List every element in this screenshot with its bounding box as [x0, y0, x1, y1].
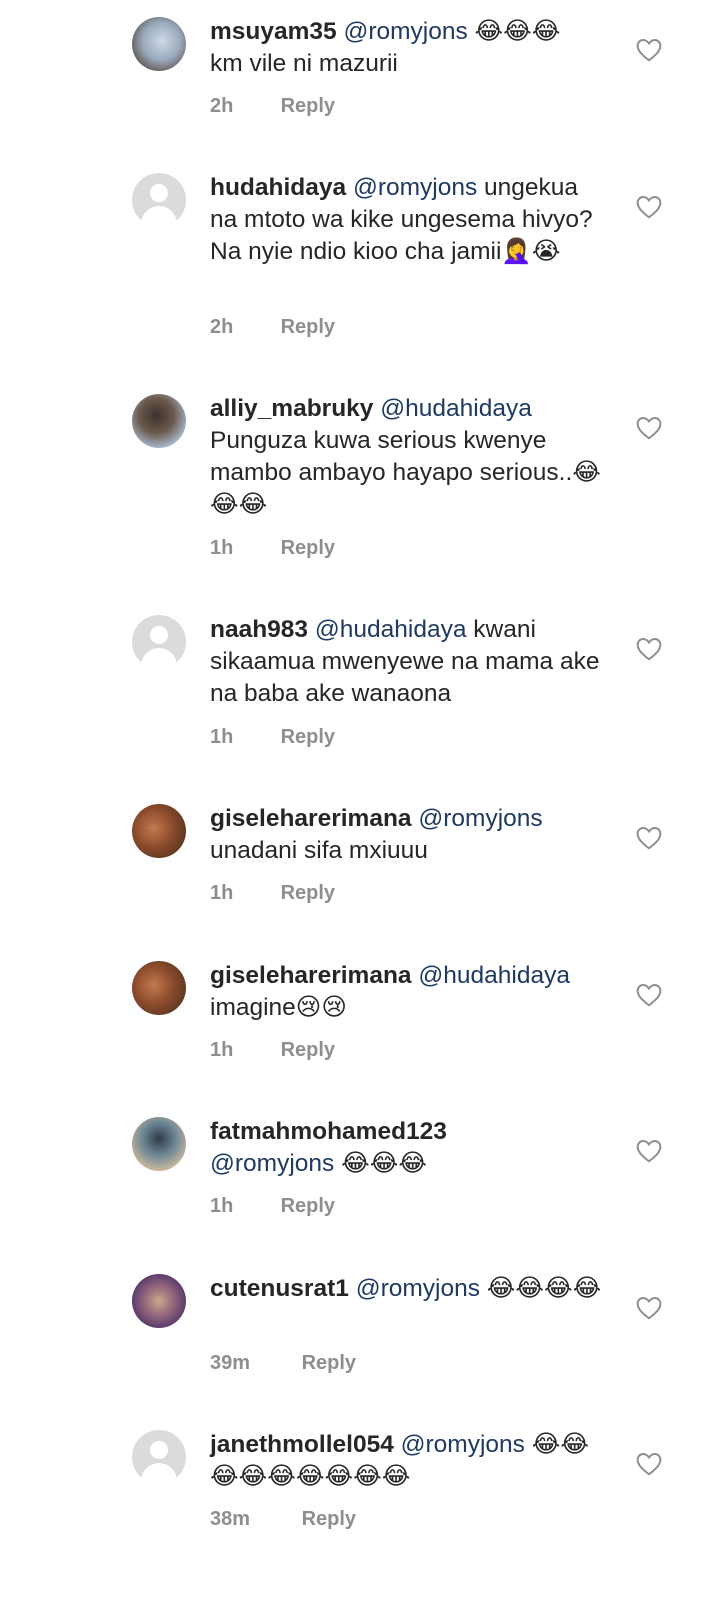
comment-mention[interactable]: @romyjons: [210, 1150, 334, 1177]
comment-meta: 1h Reply: [210, 1039, 335, 1062]
heart-icon[interactable]: [636, 637, 662, 661]
reply-button[interactable]: Reply: [281, 1039, 335, 1061]
avatar[interactable]: [132, 961, 186, 1015]
comment-mention[interactable]: @romyjons: [401, 1431, 525, 1458]
heart-icon[interactable]: [636, 1139, 662, 1163]
comment-mention[interactable]: @hudahidaya: [418, 962, 570, 989]
reply-button[interactable]: Reply: [302, 1508, 356, 1530]
comment-meta: 39m Reply: [210, 1352, 356, 1375]
comment-meta: 2h Reply: [210, 316, 335, 339]
comment-meta: 1h Reply: [210, 726, 335, 749]
comment-time: 2h: [210, 316, 234, 338]
comment-mention[interactable]: @hudahidaya: [315, 616, 467, 643]
comment-meta: 1h Reply: [210, 537, 335, 560]
reply-button[interactable]: Reply: [281, 1195, 335, 1217]
comment-mention[interactable]: @romyjons: [356, 1275, 480, 1302]
comment-body: imagine😢😢: [210, 994, 347, 1021]
heart-icon[interactable]: [636, 195, 662, 219]
avatar[interactable]: [132, 615, 186, 669]
comment-text: alliy_mabruky @hudahidaya Punguza kuwa s…: [210, 393, 610, 521]
avatar[interactable]: [132, 394, 186, 448]
heart-icon[interactable]: [636, 416, 662, 440]
comment-time: 1h: [210, 726, 234, 748]
comment-username[interactable]: fatmahmohamed123: [210, 1118, 447, 1145]
comment-meta: 1h Reply: [210, 882, 335, 905]
comment-username[interactable]: naah983: [210, 616, 308, 643]
comment-text: giseleharerimana @romyjons unadani sifa …: [210, 803, 610, 867]
heart-icon[interactable]: [636, 1296, 662, 1320]
comment-text: giseleharerimana @hudahidaya imagine😢😢: [210, 960, 610, 1024]
comment-text: cutenusrat1 @romyjons 😂😂😂😂: [210, 1273, 610, 1305]
avatar[interactable]: [132, 1430, 186, 1484]
comment-time: 1h: [210, 1195, 234, 1217]
reply-button[interactable]: Reply: [281, 726, 335, 748]
comment-body: 😂😂😂: [334, 1150, 427, 1177]
comment-username[interactable]: giseleharerimana: [210, 805, 412, 832]
comment-text: msuyam35 @romyjons 😂😂😂 km vile ni mazuri…: [210, 16, 610, 80]
heart-icon[interactable]: [636, 1452, 662, 1476]
comment-body: Punguza kuwa serious kwenye mambo ambayo…: [210, 427, 601, 518]
comment-meta: 2h Reply: [210, 95, 335, 118]
avatar[interactable]: [132, 1274, 186, 1328]
comment-username[interactable]: hudahidaya: [210, 174, 346, 201]
reply-button[interactable]: Reply: [281, 537, 335, 559]
comment-text: janethmollel054 @romyjons 😂😂😂😂😂😂😂😂😂: [210, 1429, 610, 1493]
comment-username[interactable]: cutenusrat1: [210, 1275, 349, 1302]
comment-body: 😂😂😂😂: [479, 1275, 602, 1302]
comment-username[interactable]: giseleharerimana: [210, 962, 412, 989]
comment-mention[interactable]: @hudahidaya: [380, 395, 532, 422]
reply-button[interactable]: Reply: [281, 882, 335, 904]
heart-icon[interactable]: [636, 983, 662, 1007]
avatar[interactable]: [132, 1117, 186, 1171]
comment-mention[interactable]: @romyjons: [343, 18, 467, 45]
comment-body-line2: km vile ni mazurii: [210, 50, 398, 77]
comment-mention[interactable]: @romyjons: [353, 174, 477, 201]
comment-time: 1h: [210, 1039, 234, 1061]
comment-time: 39m: [210, 1352, 251, 1374]
comment-time: 1h: [210, 882, 234, 904]
comment-meta: 1h Reply: [210, 1195, 335, 1218]
reply-button[interactable]: Reply: [281, 95, 335, 117]
comment-time: 1h: [210, 537, 234, 559]
comment-body: 😂😂😂: [467, 18, 561, 45]
reply-button[interactable]: Reply: [302, 1352, 356, 1374]
comment-username[interactable]: janethmollel054: [210, 1431, 394, 1458]
comment-text: fatmahmohamed123 @romyjons 😂😂😂: [210, 1116, 610, 1180]
avatar[interactable]: [132, 173, 186, 227]
reply-button[interactable]: Reply: [281, 316, 335, 338]
heart-icon[interactable]: [636, 38, 662, 62]
comment-body: unadani sifa mxiuuu: [210, 837, 428, 864]
comment-username[interactable]: alliy_mabruky: [210, 395, 373, 422]
comment-time: 38m: [210, 1508, 251, 1530]
avatar[interactable]: [132, 17, 186, 71]
comment-meta: 38m Reply: [210, 1508, 356, 1531]
comment-text: naah983 @hudahidaya kwani sikaamua mweny…: [210, 614, 610, 710]
avatar[interactable]: [132, 804, 186, 858]
comment-time: 2h: [210, 95, 234, 117]
heart-icon[interactable]: [636, 826, 662, 850]
comment-text: hudahidaya @romyjons ungekua na mtoto wa…: [210, 172, 610, 268]
comment-username[interactable]: msuyam35: [210, 18, 337, 45]
comment-mention[interactable]: @romyjons: [418, 805, 542, 832]
